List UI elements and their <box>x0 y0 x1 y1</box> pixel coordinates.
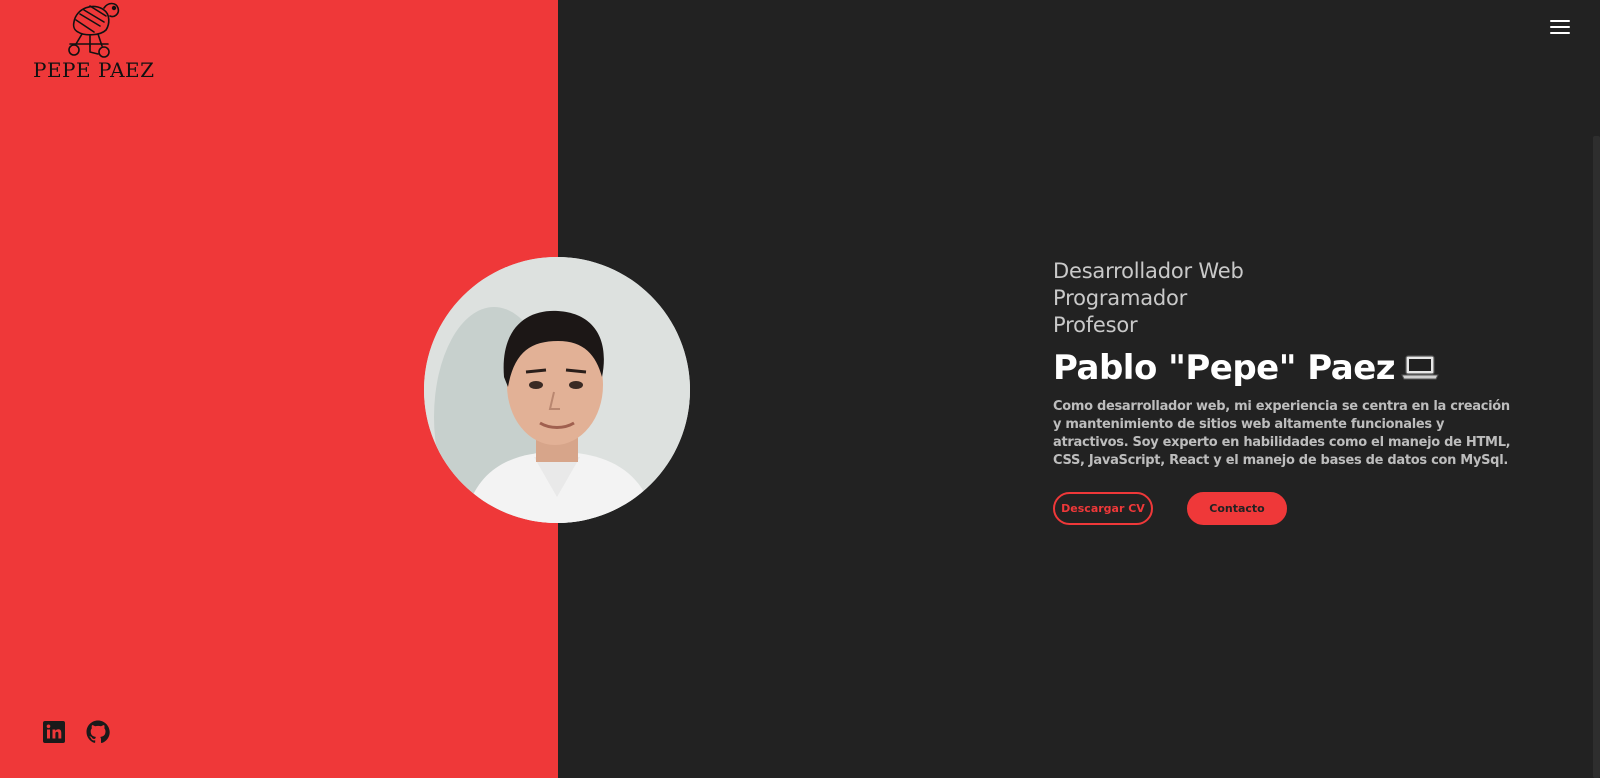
social-links <box>42 720 110 744</box>
hero-description: Como desarrollador web, mi experiencia s… <box>1053 399 1511 468</box>
menu-bar <box>1550 32 1570 34</box>
hero-name: Pablo "Pepe" Paez <box>1053 348 1396 388</box>
site-logo[interactable]: PEPE PAEZ <box>30 0 154 84</box>
logo-text: PEPE PAEZ <box>33 58 155 82</box>
role-item: Desarrollador Web <box>1053 259 1244 283</box>
contact-button[interactable]: Contacto <box>1187 492 1287 525</box>
name-heading-row: Pablo "Pepe" Paez <box>1053 348 1533 388</box>
menu-bar <box>1550 20 1570 22</box>
role-item: Profesor <box>1053 313 1138 337</box>
hero-actions: Descargar CV Contacto <box>1053 492 1533 525</box>
scrollbar-thumb[interactable] <box>1593 136 1600 778</box>
profile-avatar <box>424 257 690 523</box>
robot-turtle-logo-icon <box>68 2 120 58</box>
profile-photo <box>424 257 690 523</box>
role-list: Desarrollador Web Programador Profesor <box>1053 258 1533 339</box>
github-link[interactable] <box>86 720 110 744</box>
left-accent-panel: PEPE PAEZ <box>0 0 690 778</box>
role-item: Programador <box>1053 286 1188 310</box>
linkedin-icon <box>43 721 65 743</box>
menu-bar <box>1550 26 1570 28</box>
portfolio-page: PEPE PAEZ Desarrollador Web Programador … <box>0 0 1600 778</box>
download-cv-button[interactable]: Descargar CV <box>1053 492 1153 525</box>
hero-section: Desarrollador Web Programador Profesor P… <box>1053 258 1533 525</box>
linkedin-link[interactable] <box>42 720 66 744</box>
laptop-icon <box>1401 355 1439 380</box>
hamburger-menu-button[interactable] <box>1548 18 1572 38</box>
github-icon <box>86 720 110 744</box>
